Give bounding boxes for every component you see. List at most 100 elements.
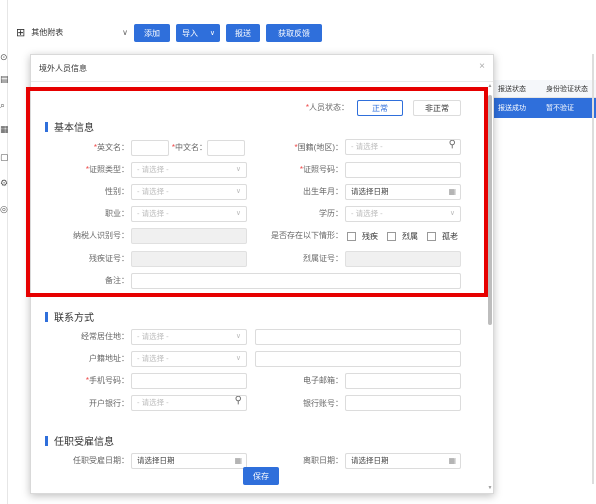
search-icon[interactable]: ⚲ xyxy=(449,140,456,152)
martyr-checkbox-label: 烈属 xyxy=(402,231,418,241)
employment-section-title: 任职受雇信息 xyxy=(45,433,114,448)
phone-input[interactable] xyxy=(131,373,247,389)
column-header-verify-status: 身份验证状态 xyxy=(546,85,588,93)
job-placeholder: - 请选择 - xyxy=(137,209,169,218)
save-button[interactable]: 保存 xyxy=(243,467,279,485)
scroll-up-icon[interactable]: ▲ xyxy=(487,83,493,89)
person-status-label: *人员状态： xyxy=(305,103,349,112)
hire-date-picker[interactable]: 请选择日期 ▦ xyxy=(131,453,247,469)
document-icon[interactable]: ▤ xyxy=(0,74,8,84)
nationality-select[interactable]: - 请选择 - ⚲ xyxy=(345,139,461,155)
residence-select[interactable]: - 请选择 - ∨ xyxy=(131,329,247,345)
chevron-down-icon: ∨ xyxy=(449,210,455,217)
account-input[interactable] xyxy=(345,395,461,411)
close-icon[interactable]: × xyxy=(479,61,485,72)
scrollbar-thumb[interactable] xyxy=(488,95,492,325)
nationality-placeholder: - 请选择 - xyxy=(351,142,383,151)
person-status-label-text: 人员状态： xyxy=(309,103,349,112)
home-icon[interactable]: ⊙ xyxy=(0,52,8,62)
id-type-select[interactable]: - 请选择 - ∨ xyxy=(131,162,247,178)
import-button[interactable]: 导入 ∨ xyxy=(176,24,220,42)
gender-select[interactable]: - 请选择 - ∨ xyxy=(131,184,247,200)
elderly-checkbox[interactable]: 孤老 xyxy=(427,230,458,242)
section-bar xyxy=(45,311,48,322)
left-sidebar: ⊙ ▤ ⌕ ▦ ▢ ⚙ ◎ xyxy=(0,0,8,504)
id-number-input[interactable] xyxy=(345,162,461,178)
chinese-name-label-text: 中文名： xyxy=(175,143,207,152)
dialog-title: 境外人员信息 xyxy=(39,64,87,73)
contact-section-title: 联系方式 xyxy=(45,309,94,324)
id-type-placeholder: - 请选择 - xyxy=(137,165,169,174)
status-abnormal-button[interactable]: 非正常 xyxy=(413,100,461,116)
column-header-submit-status: 报送状态 xyxy=(498,85,526,93)
bank-placeholder: - 请选择 - xyxy=(137,398,169,407)
disabled-checkbox[interactable]: 残疾 xyxy=(347,230,378,242)
status-normal-button[interactable]: 正常 xyxy=(357,100,403,116)
remark-input[interactable] xyxy=(131,273,461,289)
file-icon[interactable]: ▢ xyxy=(0,152,8,162)
cell-submit-status: 报送成功 xyxy=(498,105,526,112)
hire-date-label: 任职受雇日期： xyxy=(73,456,129,465)
chinese-name-label: *中文名： xyxy=(171,143,207,152)
section-bar xyxy=(45,121,48,132)
info-icon[interactable]: ◎ xyxy=(0,204,8,214)
table-row[interactable]: 报送成功 暂不验证 xyxy=(490,98,596,118)
get-feedback-button[interactable]: 获取反馈 xyxy=(266,24,322,42)
household-detail-input[interactable] xyxy=(255,351,461,367)
chevron-down-icon: ∨ xyxy=(235,166,241,173)
email-input[interactable] xyxy=(345,373,461,389)
martyr-cert-input xyxy=(345,251,461,267)
calendar-icon[interactable]: ▦ xyxy=(448,454,456,468)
hire-date-placeholder: 请选择日期 xyxy=(137,456,175,465)
table-type-select[interactable]: ⊞ 其他附表 ∨ xyxy=(16,22,136,42)
martyr-checkbox[interactable]: 烈属 xyxy=(387,230,418,242)
english-name-label-text: 英文名： xyxy=(97,143,129,152)
page-scrollbar[interactable] xyxy=(592,54,594,484)
top-toolbar: ⊞ 其他附表 ∨ 添加 导入 ∨ 报送 获取反馈 xyxy=(8,16,596,52)
job-select[interactable]: - 请选择 - ∨ xyxy=(131,206,247,222)
chinese-name-input[interactable] xyxy=(207,140,245,156)
cell-verify-status: 暂不验证 xyxy=(546,105,574,112)
section-title-text: 任职受雇信息 xyxy=(54,437,114,448)
leave-date-picker[interactable]: 请选择日期 ▦ xyxy=(345,453,461,469)
job-label: 职业： xyxy=(105,209,129,218)
add-button[interactable]: 添加 xyxy=(134,24,170,42)
residence-detail-input[interactable] xyxy=(255,329,461,345)
gender-placeholder: - 请选择 - xyxy=(137,187,169,196)
nationality-label: *国籍(地区)： xyxy=(294,143,343,152)
id-type-label: *证照类型： xyxy=(85,165,129,174)
chevron-down-icon: ∨ xyxy=(235,210,241,217)
foreign-personnel-dialog: 境外人员信息 × ▲ ▼ 基本信息 *人员状态： 正常 非正常 *英文名： *中… xyxy=(30,54,494,494)
account-label: 银行账号： xyxy=(303,399,343,408)
section-title-text: 基本信息 xyxy=(54,123,94,134)
disability-cert-input xyxy=(131,251,247,267)
nationality-label-text: 国籍(地区)： xyxy=(297,143,343,152)
education-select[interactable]: - 请选择 - ∨ xyxy=(345,206,461,222)
section-bar xyxy=(45,435,48,446)
settings-icon[interactable]: ⚙ xyxy=(0,178,8,188)
english-name-input[interactable] xyxy=(131,140,169,156)
checkbox-box[interactable] xyxy=(387,231,396,241)
taxpayer-id-input xyxy=(131,228,247,244)
bank-select[interactable]: - 请选择 - ⚲ xyxy=(131,395,247,411)
search-icon[interactable]: ⌕ xyxy=(0,100,8,110)
birth-label: 出生年月： xyxy=(303,187,343,196)
report-icon[interactable]: ▦ xyxy=(0,124,8,134)
calendar-icon[interactable]: ▦ xyxy=(234,454,242,468)
checkbox-box[interactable] xyxy=(427,231,436,241)
submit-button[interactable]: 报送 xyxy=(226,24,260,42)
birth-placeholder: 请选择日期 xyxy=(351,187,389,196)
dialog-scrollbar[interactable]: ▲ ▼ xyxy=(487,83,493,493)
search-icon[interactable]: ⚲ xyxy=(235,396,242,408)
checkbox-box[interactable] xyxy=(347,231,356,241)
household-select[interactable]: - 请选择 - ∨ xyxy=(131,351,247,367)
household-placeholder: - 请选择 - xyxy=(137,354,169,363)
calendar-icon[interactable]: ▦ xyxy=(448,185,456,199)
basic-info-section-title: 基本信息 xyxy=(45,119,94,134)
birth-date-picker[interactable]: 请选择日期 ▦ xyxy=(345,184,461,200)
background-table: 报送状态 身份验证状态 报送成功 暂不验证 xyxy=(490,80,596,118)
education-label: 学历： xyxy=(319,209,343,218)
scroll-down-icon[interactable]: ▼ xyxy=(487,485,493,491)
leave-date-placeholder: 请选择日期 xyxy=(351,456,389,465)
chevron-down-icon: ∨ xyxy=(209,30,215,37)
